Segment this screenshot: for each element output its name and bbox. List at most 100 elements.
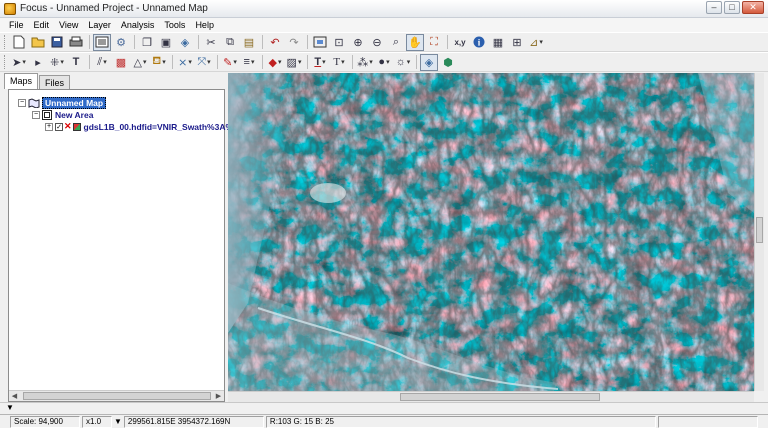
zoom-roam-button[interactable]: ⌕ (387, 34, 405, 51)
coord-dropdown-icon[interactable]: ▼ (114, 417, 122, 426)
layer-list-button[interactable] (93, 33, 111, 51)
text-style-button[interactable]: T (330, 54, 348, 71)
toolbar-separator (307, 35, 308, 49)
fill-tool-button[interactable]: ⛾ (150, 54, 168, 71)
menu-analysis[interactable]: Analysis (116, 18, 160, 32)
text-style-icon: T (333, 56, 341, 68)
fill-color-button[interactable]: ◆ (266, 54, 284, 71)
settings-button[interactable]: ⚙ (112, 34, 130, 51)
print-button[interactable] (67, 34, 85, 51)
new-button[interactable] (10, 34, 28, 51)
satellite-image[interactable] (228, 73, 754, 391)
line-color-button[interactable]: ✎ (221, 54, 239, 71)
zoom-extent-button[interactable] (311, 34, 329, 51)
save-button[interactable] (48, 34, 66, 51)
symbol-icon: ⁂ (357, 56, 369, 69)
effects-button[interactable]: ☼ (394, 54, 412, 71)
menu-tools[interactable]: Tools (159, 18, 190, 32)
paste-icon: ▤ (243, 36, 255, 49)
layer-visible-checkbox[interactable]: ✓ (55, 122, 63, 131)
settings-icon: ⚙ (116, 36, 126, 49)
toolbar-separator (447, 35, 448, 49)
expand-icon[interactable]: + (45, 122, 53, 131)
grid-button[interactable]: ⊞ (508, 34, 526, 51)
redo-button[interactable]: ↷ (285, 34, 303, 51)
tree-map-label[interactable]: Unnamed Map (42, 96, 107, 109)
minimize-button[interactable]: – (706, 1, 722, 14)
select-vertex-button[interactable]: ▸ (29, 54, 47, 71)
zoom-in-button[interactable]: ⊕ (349, 34, 367, 51)
remove-layer-icon[interactable]: ✕ (64, 121, 72, 132)
polygon-tool-button[interactable]: △ (131, 54, 149, 71)
tab-files[interactable]: Files (39, 75, 71, 89)
text-tool-button[interactable]: T (67, 54, 85, 71)
maximize-button[interactable]: □ (724, 1, 740, 14)
scroll-left-icon[interactable]: ◀ (9, 391, 20, 402)
reshape-button[interactable]: ⤧ (195, 54, 213, 71)
toolbar-grip[interactable] (4, 35, 7, 49)
grid-fill-button[interactable]: ▩ (112, 54, 130, 71)
collapse-icon[interactable]: − (32, 110, 40, 119)
menu-view[interactable]: View (54, 18, 83, 32)
menu-help[interactable]: Help (190, 18, 219, 32)
paint-bucket-icon: ⛾ (152, 55, 162, 67)
menu-file[interactable]: File (4, 18, 29, 32)
tree-layer-label[interactable]: gdsL1B_00.hdfid=VNIR_Swath%3A%2849 (84, 122, 252, 132)
table-button[interactable]: ▦ (489, 34, 507, 51)
layer-view-button[interactable]: ◈ (420, 53, 438, 71)
layers-button[interactable]: ◈ (176, 34, 194, 51)
close-button[interactable]: ✕ (742, 1, 764, 14)
navigate-button[interactable]: ⛶ (425, 34, 443, 51)
layer-3d-button[interactable]: ⬢ (439, 54, 457, 71)
scrollbar-thumb[interactable] (400, 393, 600, 401)
toolbar-grip[interactable] (4, 55, 7, 69)
line-style-button[interactable]: ≡ (240, 54, 258, 71)
tree-area-row[interactable]: − New Area (32, 109, 93, 120)
toolbar-separator (89, 55, 90, 69)
tree-horizontal-scrollbar[interactable]: ◀ ▶ (9, 390, 224, 401)
toolbar-separator (262, 35, 263, 49)
copy-button[interactable]: ⧉ (221, 34, 239, 51)
scroll-right-icon[interactable]: ▶ (213, 391, 224, 402)
cut-button[interactable]: ✂ (202, 34, 220, 51)
scrollbar-thumb[interactable] (756, 217, 763, 243)
toolbar-separator (198, 35, 199, 49)
edit-shape-button[interactable]: ⨯ (176, 54, 194, 71)
tool-dropdown-button[interactable]: ⊿ (527, 34, 545, 51)
tree-layer-row[interactable]: + ✓ ✕ gdsL1B_00.hdfid=VNIR_Swath%3A%2849 (45, 121, 252, 132)
zoom-box-button[interactable]: ⊡ (330, 34, 348, 51)
tab-maps[interactable]: Maps (4, 73, 39, 89)
copy-map-button[interactable]: ❐ (138, 34, 156, 51)
map-vertical-scrollbar[interactable] (754, 73, 764, 391)
menu-layer[interactable]: Layer (83, 18, 116, 32)
undo-button[interactable]: ↶ (266, 34, 284, 51)
layers-stack-icon: ◈ (180, 36, 190, 49)
scrollbar-thumb[interactable] (23, 392, 211, 400)
tree-area-label[interactable]: New Area (55, 110, 93, 120)
pan-button[interactable]: ✋ (406, 33, 424, 51)
line-tool-button[interactable]: ⫽ (93, 54, 111, 71)
expand-panel-icon[interactable]: ▼ (6, 403, 14, 412)
select-arrow-button[interactable]: ➤ (10, 54, 28, 71)
point-style-button[interactable]: ● (375, 54, 393, 71)
map-canvas[interactable] (228, 73, 754, 391)
frame-button[interactable]: ▣ (157, 34, 175, 51)
status-zoom: x1.0 (82, 415, 112, 428)
text-color-button[interactable]: T (311, 54, 329, 71)
redo-icon: ↷ (289, 36, 299, 49)
map-horizontal-scrollbar[interactable] (228, 391, 754, 402)
fill-pattern-button[interactable]: ▨ (285, 54, 303, 71)
open-button[interactable] (29, 34, 47, 51)
edit-shape-icon: ⨯ (178, 56, 188, 69)
select-node-button[interactable]: ⁜ (48, 54, 66, 71)
fill-pattern-icon: ▨ (286, 56, 297, 69)
collapse-icon[interactable]: − (18, 98, 26, 107)
info-button[interactable]: i (470, 34, 488, 51)
xy-coordinate-button[interactable]: x,y (451, 34, 469, 51)
app-icon (4, 2, 16, 15)
paste-button[interactable]: ▤ (240, 34, 258, 51)
zoom-out-button[interactable]: ⊖ (368, 34, 386, 51)
symbol-button[interactable]: ⁂ (356, 54, 374, 71)
menu-edit[interactable]: Edit (29, 18, 55, 32)
tree-map-row[interactable]: − Unnamed Map (18, 96, 107, 109)
